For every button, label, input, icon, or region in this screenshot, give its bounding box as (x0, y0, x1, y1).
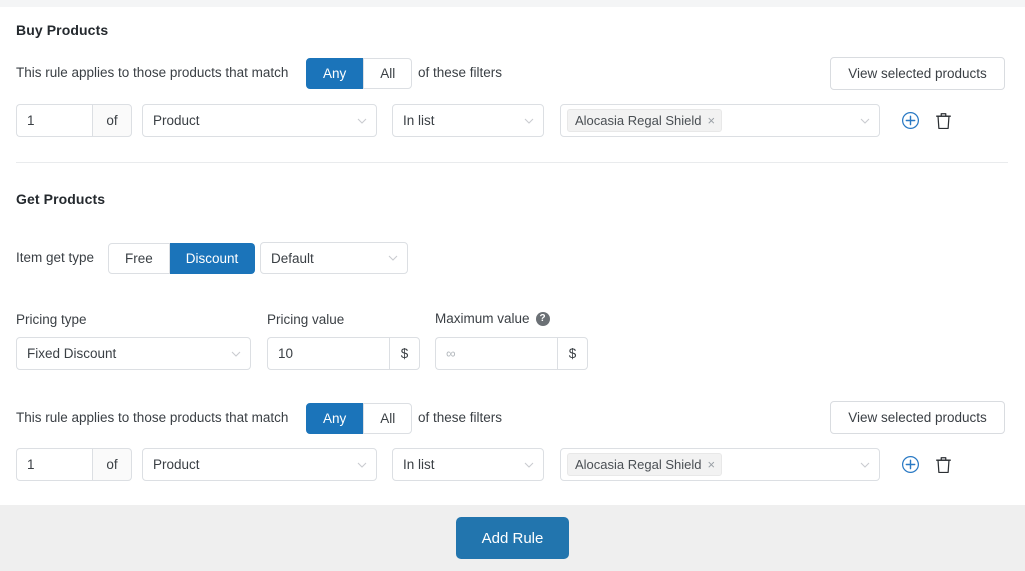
get-products-tag-select[interactable]: Alocasia Regal Shield × (560, 448, 880, 481)
help-icon[interactable]: ? (535, 311, 550, 326)
rule-editor-page: Buy Products This rule applies to those … (0, 0, 1025, 571)
chevron-down-icon (357, 460, 367, 470)
get-operator-select[interactable]: In list (392, 448, 544, 481)
chevron-down-icon (524, 116, 534, 126)
footer-bar: Add Rule (0, 505, 1025, 571)
section-divider (16, 162, 1008, 163)
item-get-type-label: Item get type (16, 250, 95, 265)
buy-delete-filter-button[interactable] (935, 111, 955, 131)
chevron-down-icon (357, 116, 367, 126)
buy-add-filter-button[interactable] (901, 111, 921, 131)
buy-rule-text-suffix: of these filters (418, 65, 503, 80)
maximum-value-input[interactable]: ∞ (435, 337, 557, 370)
get-match-toggle[interactable]: Any All (306, 403, 413, 434)
item-get-type-option-discount[interactable]: Discount (169, 243, 256, 274)
buy-field-select[interactable]: Product (142, 104, 377, 137)
get-field-select[interactable]: Product (142, 448, 377, 481)
get-quantity-input[interactable]: 1 (16, 448, 92, 481)
get-match-option-any[interactable]: Any (306, 403, 364, 434)
buy-product-tag-label: Alocasia Regal Shield (575, 113, 702, 128)
buy-operator-select-value: In list (403, 113, 435, 128)
plus-circle-icon[interactable] (901, 111, 921, 131)
pricing-value-group[interactable]: 10 $ (267, 337, 420, 370)
pricing-type-label: Pricing type (16, 312, 87, 327)
buy-quantity-addon: of (92, 104, 132, 137)
get-match-option-all[interactable]: All (363, 403, 413, 434)
get-product-tag[interactable]: Alocasia Regal Shield × (567, 453, 723, 476)
get-view-selected-products-button[interactable]: View selected products (830, 401, 1005, 434)
buy-field-select-value: Product (153, 113, 200, 128)
add-rule-button[interactable]: Add Rule (455, 517, 570, 559)
buy-products-tag-select[interactable]: Alocasia Regal Shield × (560, 104, 880, 137)
maximum-value-label-group: Maximum value ? (435, 311, 550, 326)
get-products-heading: Get Products (16, 191, 106, 207)
buy-products-heading: Buy Products (16, 22, 109, 38)
buy-view-selected-products-button[interactable]: View selected products (830, 57, 1005, 90)
chevron-down-icon (860, 116, 870, 126)
pricing-value-currency-suffix: $ (389, 337, 420, 370)
pricing-type-select[interactable]: Fixed Discount (16, 337, 251, 370)
buy-rule-text-prefix: This rule applies to those products that… (16, 65, 289, 80)
item-get-type-default-value: Default (271, 250, 314, 266)
chevron-down-icon (231, 349, 241, 359)
maximum-value-currency-suffix: $ (557, 337, 588, 370)
get-delete-filter-button[interactable] (935, 455, 955, 475)
get-product-tag-label: Alocasia Regal Shield (575, 457, 702, 472)
tag-remove-icon[interactable]: × (707, 458, 715, 471)
pricing-value-input[interactable]: 10 (267, 337, 389, 370)
maximum-value-label: Maximum value (435, 311, 530, 326)
chevron-down-icon (388, 253, 398, 263)
buy-product-tag[interactable]: Alocasia Regal Shield × (567, 109, 723, 132)
get-quantity-addon: of (92, 448, 132, 481)
buy-match-option-all[interactable]: All (363, 58, 413, 89)
buy-operator-select[interactable]: In list (392, 104, 544, 137)
buy-quantity-group[interactable]: 1 of (16, 104, 132, 137)
buy-quantity-input[interactable]: 1 (16, 104, 92, 137)
item-get-type-default-select[interactable]: Default (260, 242, 408, 274)
get-add-filter-button[interactable] (901, 455, 921, 475)
trash-icon[interactable] (935, 111, 955, 131)
pricing-type-value: Fixed Discount (27, 346, 117, 361)
tag-remove-icon[interactable]: × (707, 114, 715, 127)
get-quantity-group[interactable]: 1 of (16, 448, 132, 481)
get-rule-text-suffix: of these filters (418, 410, 503, 425)
chevron-down-icon (860, 460, 870, 470)
item-get-type-option-free[interactable]: Free (108, 243, 170, 274)
get-rule-text-prefix: This rule applies to those products that… (16, 410, 289, 425)
trash-icon[interactable] (935, 455, 955, 475)
pricing-value-label: Pricing value (267, 312, 345, 327)
get-operator-select-value: In list (403, 457, 435, 472)
item-get-type-toggle[interactable]: Free Discount (108, 243, 256, 274)
get-field-select-value: Product (153, 457, 200, 472)
buy-match-option-any[interactable]: Any (306, 58, 364, 89)
maximum-value-group[interactable]: ∞ $ (435, 337, 588, 370)
top-strip (0, 0, 1025, 7)
plus-circle-icon[interactable] (901, 455, 921, 475)
buy-match-toggle[interactable]: Any All (306, 58, 413, 89)
chevron-down-icon (524, 460, 534, 470)
